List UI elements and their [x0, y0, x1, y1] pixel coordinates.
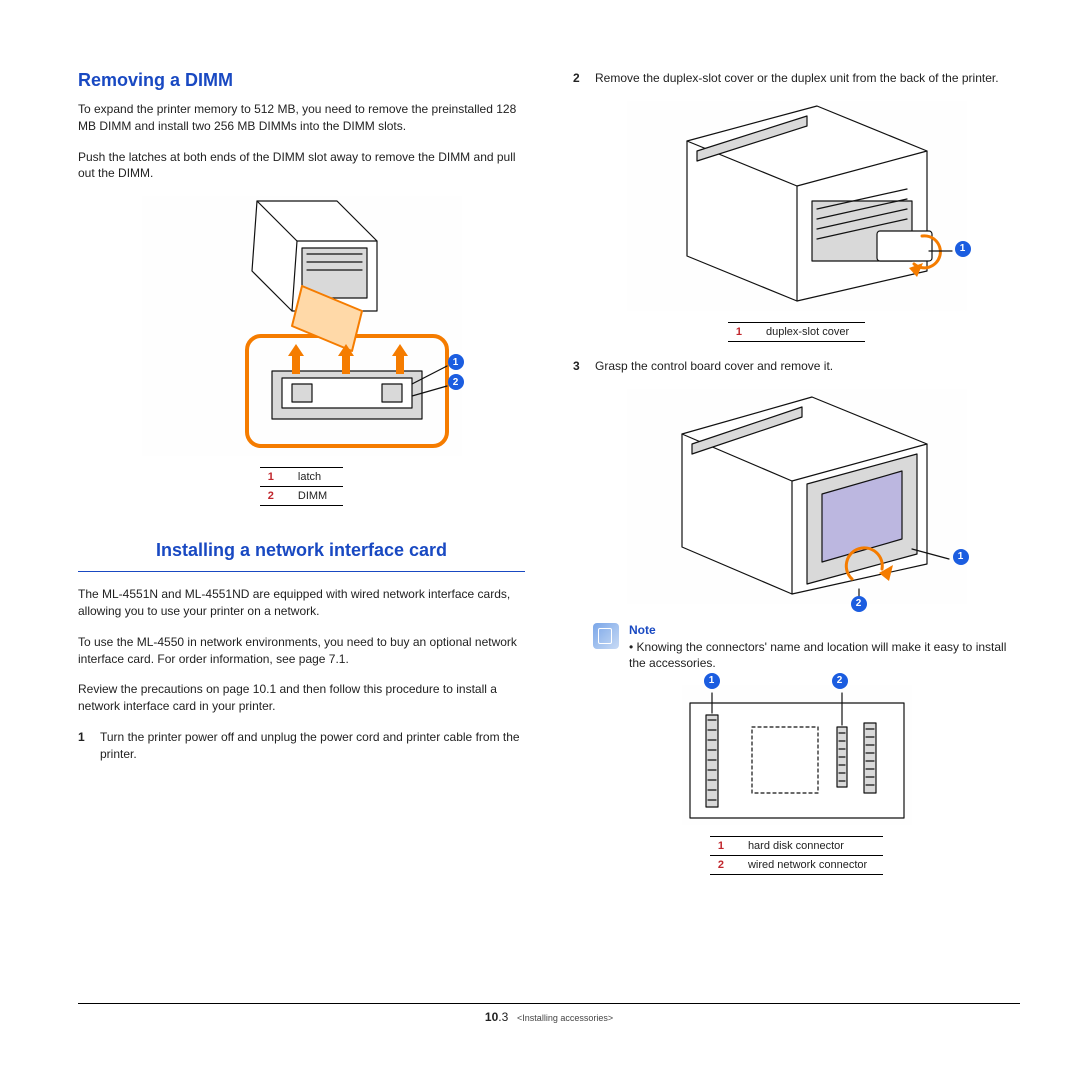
step-1: 1 Turn the printer power off and unplug … [78, 729, 525, 763]
note-text: • Knowing the connectors' name and locat… [629, 639, 1020, 671]
callout-2: 2 [448, 374, 464, 390]
callout-board-2: 2 [851, 596, 867, 612]
callout-duplex-1: 1 [955, 241, 971, 257]
step-3: 3 Grasp the control board cover and remo… [573, 358, 1020, 375]
printer-board-illustration [627, 389, 967, 604]
callout-conn-2: 2 [832, 673, 848, 689]
figure-dimm-remove: 1 2 1latch 2DIMM [78, 196, 525, 506]
printer-dimm-illustration [142, 196, 462, 456]
right-column: 2 Remove the duplex-slot cover or the du… [573, 70, 1020, 891]
page-footer: 10.3 <Installing accessories> [78, 1003, 1020, 1024]
para-nic-equip: The ML-4551N and ML-4551ND are equipped … [78, 586, 525, 620]
connectors-illustration [682, 685, 912, 825]
figure-duplex-cover: 1 1duplex-slot cover [573, 101, 1020, 342]
legend-connectors: 1hard disk connector 2wired network conn… [710, 836, 883, 875]
heading-removing-dimm: Removing a DIMM [78, 70, 525, 91]
callout-1: 1 [448, 354, 464, 370]
note-block: Note • Knowing the connectors' name and … [593, 623, 1020, 671]
printer-duplex-illustration [627, 101, 967, 311]
para-nic-review: Review the precautions on page 10.1 and … [78, 681, 525, 715]
heading-install-nic: Installing a network interface card [78, 540, 525, 561]
callout-conn-1: 1 [704, 673, 720, 689]
callout-board-1: 1 [953, 549, 969, 565]
left-column: Removing a DIMM To expand the printer me… [78, 70, 525, 891]
para-dimm-expand: To expand the printer memory to 512 MB, … [78, 101, 525, 135]
para-nic-buy: To use the ML-4550 in network environmen… [78, 634, 525, 668]
figure-control-board: 1 2 [573, 389, 1020, 607]
para-dimm-push: Push the latches at both ends of the DIM… [78, 149, 525, 183]
note-label: Note [629, 623, 1020, 637]
legend-duplex: 1duplex-slot cover [728, 322, 865, 342]
legend-dimm: 1latch 2DIMM [260, 467, 343, 506]
note-icon [593, 623, 619, 649]
step-2: 2 Remove the duplex-slot cover or the du… [573, 70, 1020, 87]
figure-connectors: 1 2 1hard disk connector 2wired network … [573, 685, 1020, 875]
